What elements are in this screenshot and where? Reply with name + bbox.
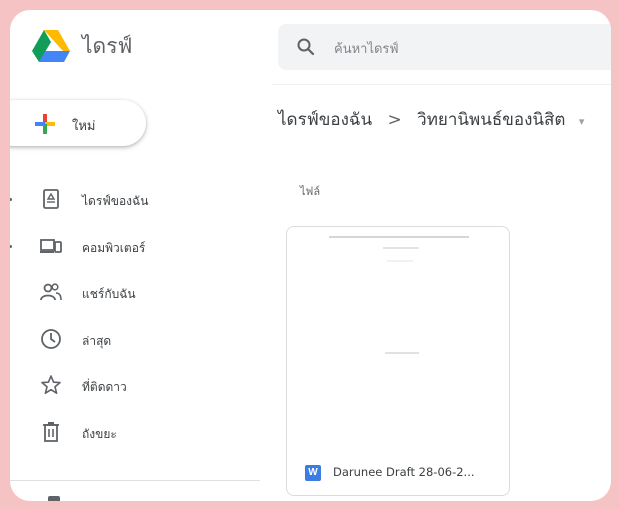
plus-icon (35, 114, 55, 134)
shared-with-me-icon (40, 283, 62, 301)
clock-icon (41, 328, 61, 349)
new-button-label: ใหม่ (72, 119, 96, 134)
file-name: Darunee Draft 28-06-2... (333, 465, 475, 479)
sidebar-nav: ไดรฟ์ของฉัน คอมพิวเตอร์ แชร์กับฉัน ล่าสุ… (10, 178, 260, 457)
app-title: ไดรฟ์ (82, 34, 133, 58)
sidebar-item-label: ล่าสุด (82, 333, 112, 348)
sidebar-item-label: ไดรฟ์ของฉัน (82, 194, 149, 208)
sidebar-item-label: ถังขยะ (82, 426, 117, 441)
star-icon (41, 375, 61, 395)
sidebar-divider (10, 480, 260, 481)
search-icon[interactable] (296, 37, 316, 57)
sidebar-item-computers[interactable]: คอมพิวเตอร์ (10, 225, 260, 272)
sidebar-item-recent[interactable]: ล่าสุด (10, 318, 260, 365)
word-doc-icon: W (305, 465, 321, 481)
drive-window: ไดรฟ์ ค้นหาไดรฟ์ ใหม่ ไดรฟ์ของฉัน คอมพิว… (10, 10, 611, 501)
sidebar-item-my-drive[interactable]: ไดรฟ์ของฉัน (10, 178, 260, 225)
sidebar-item-label: ที่ติดดาว (82, 380, 127, 394)
file-card-footer: W Darunee Draft 28-06-2... (287, 443, 509, 495)
computers-icon (40, 238, 62, 253)
sidebar-item-trash[interactable]: ถังขยะ (10, 411, 260, 458)
new-button[interactable]: ใหม่ (10, 100, 146, 146)
search-bar[interactable]: ค้นหาไดรฟ์ (278, 24, 611, 70)
sidebar-item-label: คอมพิวเตอร์ (82, 240, 146, 255)
expand-arrow-icon[interactable] (10, 198, 12, 201)
sidebar-item-shared[interactable]: แชร์กับฉัน (10, 271, 260, 318)
header-divider (272, 84, 611, 85)
my-drive-icon (43, 189, 59, 209)
file-thumbnail (329, 236, 469, 354)
breadcrumb: ไดรฟ์ของฉัน > วิทยานิพนธ์ของนิสิต ▾ (278, 106, 584, 133)
folder-menu-caret-icon[interactable]: ▾ (579, 115, 585, 128)
file-card[interactable]: W Darunee Draft 28-06-2... (286, 226, 510, 496)
google-drive-logo-icon[interactable] (32, 28, 70, 64)
storage-icon[interactable] (48, 496, 60, 501)
sidebar-item-label: แชร์กับฉัน (82, 287, 136, 301)
sidebar-item-starred[interactable]: ที่ติดดาว (10, 364, 260, 411)
search-input[interactable]: ค้นหาไดรฟ์ (334, 38, 399, 59)
expand-arrow-icon[interactable] (10, 244, 12, 248)
breadcrumb-current[interactable]: วิทยานิพนธ์ของนิสิต (417, 110, 565, 130)
breadcrumb-separator-icon: > (387, 110, 402, 130)
files-section-label: ไฟล์ (300, 185, 321, 198)
breadcrumb-root[interactable]: ไดรฟ์ของฉัน (278, 110, 372, 130)
trash-icon (43, 421, 59, 442)
